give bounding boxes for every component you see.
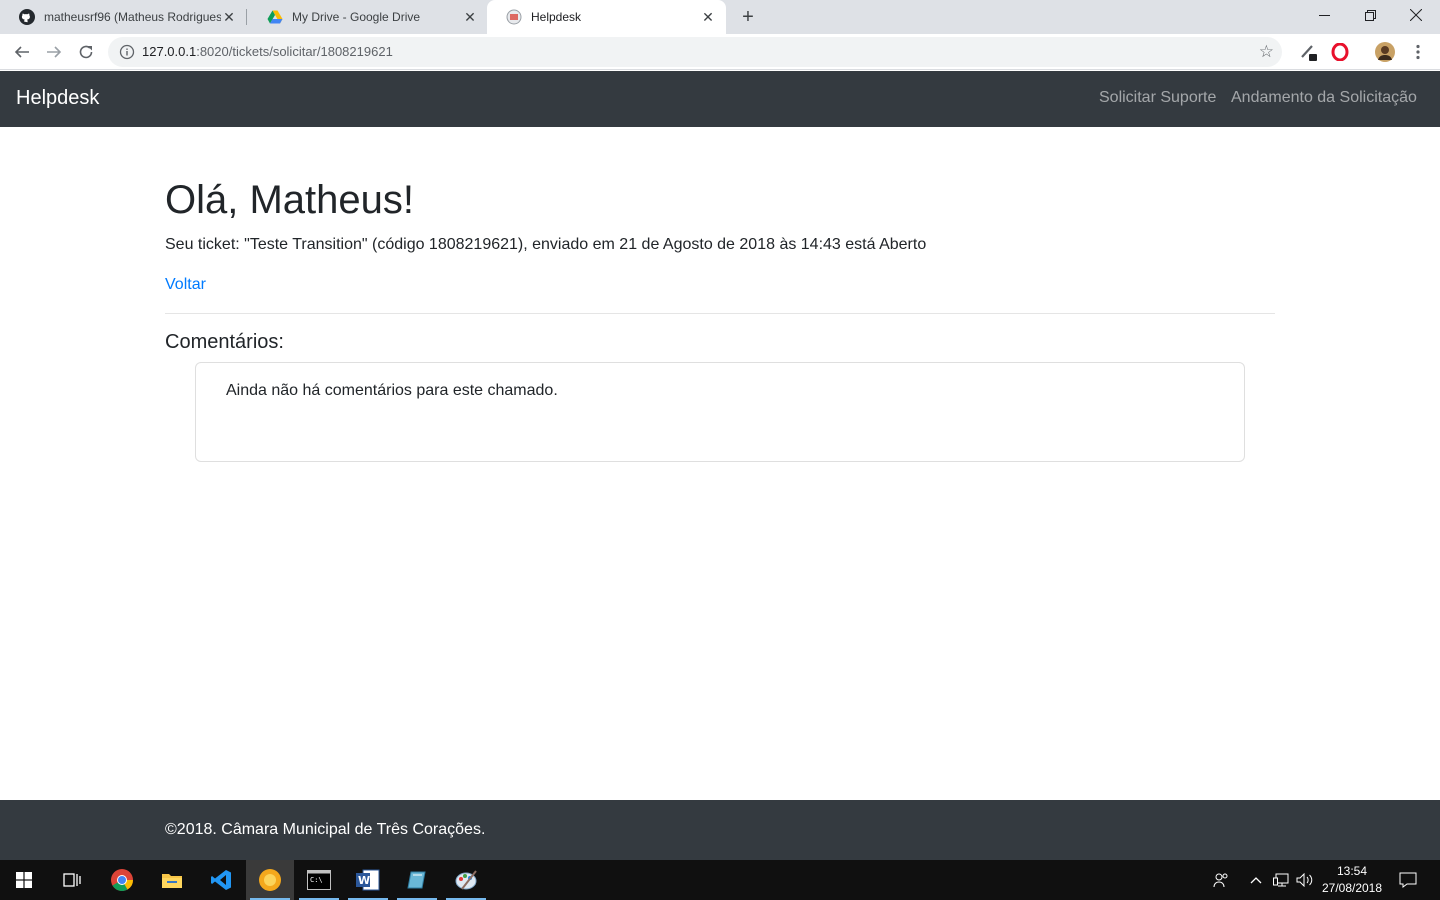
- comments-heading: Comentários:: [165, 331, 284, 353]
- tab-close-icon[interactable]: ✕: [462, 9, 478, 25]
- clock-date: 27/08/2018: [1321, 881, 1383, 895]
- tab-title: Helpdesk: [531, 10, 582, 24]
- nav-link-solicitar-suporte[interactable]: Solicitar Suporte: [1099, 89, 1216, 107]
- windows-start-icon[interactable]: [0, 860, 48, 900]
- minimize-icon[interactable]: [1301, 0, 1347, 30]
- taskbar-clock[interactable]: 13:54 27/08/2018: [1316, 863, 1388, 897]
- ticket-status-text: Seu ticket: "Teste Transition" (código 1…: [165, 236, 927, 253]
- volume-icon[interactable]: [1294, 860, 1316, 900]
- chrome-taskbar-icon[interactable]: [98, 860, 146, 900]
- close-window-icon[interactable]: [1393, 0, 1439, 30]
- notification-icon[interactable]: [1394, 860, 1422, 900]
- people-icon[interactable]: [1206, 860, 1236, 900]
- chrome-menu-icon[interactable]: [1408, 42, 1428, 62]
- chevron-up-icon[interactable]: [1246, 860, 1266, 900]
- url-path: :8020/tickets/solicitar/1808219621: [196, 44, 393, 59]
- file-explorer-icon[interactable]: [148, 860, 196, 900]
- network-icon[interactable]: [1270, 860, 1292, 900]
- nav-link-andamento[interactable]: Andamento da Solicitação: [1231, 89, 1417, 107]
- url-host: 127.0.0.1: [142, 44, 197, 59]
- comments-card: Ainda não há comentários para este chama…: [195, 362, 1245, 462]
- url-text: 127.0.0.1:8020/tickets/solicitar/1808219…: [142, 44, 393, 59]
- clock-time: 13:54: [1336, 864, 1368, 878]
- tab-google-drive[interactable]: My Drive - Google Drive ✕: [248, 0, 488, 34]
- comments-empty-message: Ainda não há comentários para este chama…: [226, 382, 558, 399]
- info-icon[interactable]: [119, 44, 135, 60]
- site-navbar: Helpdesk Solicitar Suporte Andamento da …: [0, 71, 1440, 127]
- bookmark-star-icon[interactable]: ☆: [1259, 42, 1274, 62]
- browser-tabstrip: matheusrf96 (Matheus Rodrigues ✕ My Driv…: [0, 0, 1440, 34]
- extension-pen-icon[interactable]: [1298, 42, 1318, 62]
- restore-icon[interactable]: [1347, 0, 1393, 30]
- tab-title: matheusrf96 (Matheus Rodrigues: [44, 10, 221, 24]
- page-title: Olá, Matheus!: [165, 178, 415, 222]
- svg-text:W: W: [358, 874, 370, 887]
- browser-taskbar-icon[interactable]: [246, 860, 294, 900]
- terminal-icon[interactable]: C:\: [295, 860, 343, 900]
- github-icon: [19, 9, 35, 25]
- paint-icon[interactable]: [442, 860, 490, 900]
- site-footer: ©2018. Câmara Municipal de Três Corações…: [0, 800, 1440, 860]
- tab-helpdesk[interactable]: Helpdesk ✕: [487, 0, 726, 34]
- tab-title: My Drive - Google Drive: [292, 10, 421, 24]
- tab-github[interactable]: matheusrf96 (Matheus Rodrigues ✕: [0, 0, 247, 34]
- address-bar[interactable]: 127.0.0.1:8020/tickets/solicitar/1808219…: [108, 37, 1282, 67]
- forward-arrow-icon[interactable]: [40, 38, 68, 66]
- new-tab-plus-icon[interactable]: +: [737, 6, 759, 28]
- windows-taskbar: C:\ W 13:54 27/08/2018: [0, 860, 1440, 900]
- opera-icon[interactable]: [1330, 42, 1350, 62]
- tab-close-icon[interactable]: ✕: [221, 9, 237, 25]
- tab-close-icon[interactable]: ✕: [700, 9, 716, 25]
- word-icon[interactable]: W: [344, 860, 392, 900]
- helpdesk-favicon: [506, 9, 522, 25]
- reload-icon[interactable]: [72, 38, 100, 66]
- task-view-icon[interactable]: [48, 860, 96, 900]
- vscode-icon[interactable]: [197, 860, 245, 900]
- back-link[interactable]: Voltar: [165, 276, 206, 294]
- svg-text:C:\: C:\: [310, 876, 323, 884]
- app-book-icon[interactable]: [393, 860, 441, 900]
- browser-toolbar: 127.0.0.1:8020/tickets/solicitar/1808219…: [0, 34, 1440, 70]
- back-arrow-icon[interactable]: [8, 38, 36, 66]
- footer-copyright: ©2018. Câmara Municipal de Três Corações…: [165, 821, 486, 838]
- navbar-brand[interactable]: Helpdesk: [16, 87, 99, 110]
- divider: [165, 313, 1275, 314]
- google-drive-icon: [267, 9, 283, 25]
- avatar[interactable]: [1375, 42, 1395, 62]
